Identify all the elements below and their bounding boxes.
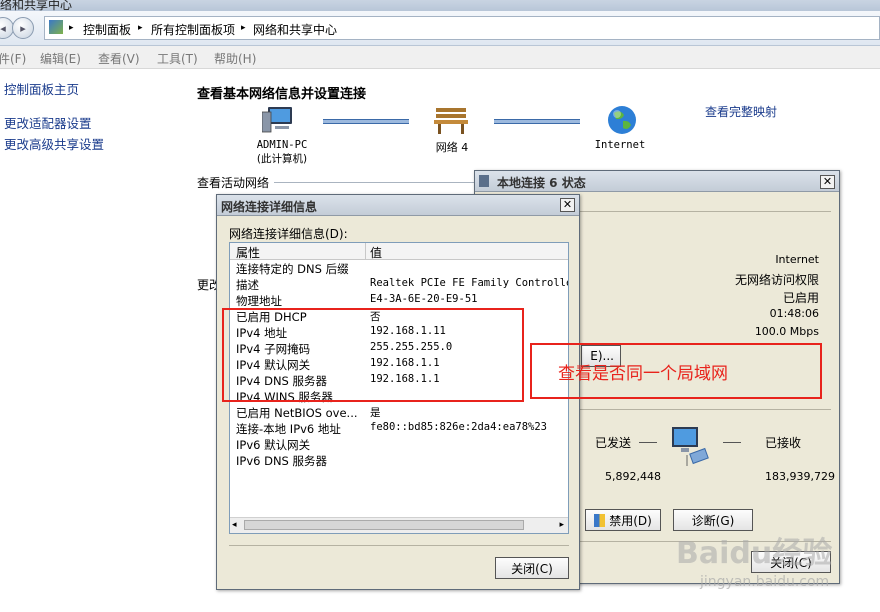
status-speed: 100.0 Mbps <box>754 325 819 338</box>
row-value: 是 <box>370 407 381 419</box>
sidebar-item-home[interactable]: 控制面板主页 <box>4 79 79 98</box>
map-connector <box>323 119 409 124</box>
breadcrumb-chevron-icon[interactable]: ▸ <box>138 23 143 33</box>
sidebar: 控制面板主页 更改适配器设置 更改高级共享设置 <box>0 69 190 612</box>
address-bar: ◂ ▸ ▸ 控制面板 ▸ 所有控制面板项 ▸ 网络和共享中心 <box>0 11 880 46</box>
computer-icon <box>261 104 296 134</box>
bench-network-icon <box>432 105 470 135</box>
details-dialog-title-bar: 网络连接详细信息 <box>217 195 579 216</box>
column-header-property[interactable]: 属性 <box>236 244 260 261</box>
control-panel-icon <box>49 20 63 34</box>
annotation-text: 查看是否同一个局域网 <box>558 364 728 384</box>
breadcrumb-control-panel[interactable]: 控制面板 <box>83 21 131 38</box>
disable-button[interactable]: 禁用(D) <box>585 509 661 531</box>
disable-button-label: 禁用(D) <box>609 513 652 528</box>
status-dialog-title-bar: 本地连接 6 状态 <box>475 171 839 192</box>
highlight-box-ipv4 <box>222 308 524 402</box>
divider <box>229 545 569 546</box>
column-divider <box>365 243 366 259</box>
row-property: 连接特定的 DNS 后缀 <box>236 262 349 276</box>
status-ipv4-connectivity: Internet <box>775 253 819 266</box>
window-title-bar: 络和共享中心 <box>0 0 880 11</box>
row-property: IPv6 默认网关 <box>236 438 311 452</box>
divider <box>274 182 476 183</box>
breadcrumb-chevron-icon[interactable]: ▸ <box>241 23 246 33</box>
scrollbar-thumb[interactable] <box>244 520 524 530</box>
divider <box>723 442 741 443</box>
breadcrumb-network-center[interactable]: 网络和共享中心 <box>253 21 337 38</box>
breadcrumb-chevron-icon[interactable]: ▸ <box>69 23 74 33</box>
full-map-link[interactable]: 查看完整映射 <box>705 103 777 120</box>
annotation-box: 查看是否同一个局域网 <box>530 343 822 399</box>
row-property: 物理地址 <box>236 294 282 308</box>
divider <box>639 442 657 443</box>
active-networks-label: 查看活动网络 <box>197 176 270 190</box>
horizontal-scrollbar[interactable]: ◂ ▸ <box>230 517 568 533</box>
menu-file[interactable]: 件(F) <box>0 50 26 67</box>
row-value: fe80::bd85:826e:2da4:ea78%23 <box>370 421 548 433</box>
network-label: 网络 4 <box>435 141 469 154</box>
menu-tools[interactable]: 工具(T) <box>157 50 198 67</box>
watermark-logo: Baidu经验 <box>676 536 833 571</box>
status-duration: 01:48:06 <box>769 307 819 320</box>
status-media-state: 已启用 <box>782 291 819 305</box>
sidebar-item-adapter-settings[interactable]: 更改适配器设置 <box>4 113 92 132</box>
row-property: 连接-本地 IPv6 地址 <box>236 422 341 436</box>
scroll-left-icon[interactable]: ◂ <box>232 520 237 530</box>
menu-edit[interactable]: 编辑(E) <box>40 50 81 67</box>
network-activity-icon <box>669 425 709 467</box>
menu-view[interactable]: 查看(V) <box>98 50 140 67</box>
scroll-right-icon[interactable]: ▸ <box>559 520 564 530</box>
network-adapter-icon <box>479 175 489 187</box>
watermark-url: jingyan.baidu.com <box>700 574 830 590</box>
bytes-received: 183,939,729 <box>765 470 835 483</box>
received-label: 已接收 <box>765 436 802 450</box>
internet-label: Internet <box>594 139 646 151</box>
row-value: E4-3A-6E-20-E9-51 <box>370 293 478 305</box>
row-property: 已启用 NetBIOS ove... <box>236 406 358 420</box>
map-connector <box>494 119 580 124</box>
row-property: 描述 <box>236 278 259 292</box>
sent-label: 已发送 <box>595 436 632 450</box>
row-value: Realtek PCIe FE Family Controller <box>370 277 569 289</box>
details-close-button[interactable]: 关闭(C) <box>495 557 569 579</box>
status-dialog-title: 本地连接 6 状态 <box>497 176 586 190</box>
details-list-label: 网络连接详细信息(D): <box>229 227 348 241</box>
menu-help[interactable]: 帮助(H) <box>214 50 256 67</box>
close-icon[interactable]: ✕ <box>560 198 575 212</box>
shield-icon <box>594 513 606 527</box>
page-title: 查看基本网络信息并设置连接 <box>197 87 367 102</box>
sidebar-item-advanced-sharing[interactable]: 更改高级共享设置 <box>4 134 104 153</box>
computer-sublabel: (此计算机) <box>256 153 308 165</box>
column-header-value[interactable]: 值 <box>370 244 382 261</box>
window-title: 络和共享中心 <box>0 0 73 11</box>
list-header: 属性 值 <box>230 243 568 260</box>
details-dialog-title: 网络连接详细信息 <box>221 200 318 214</box>
address-box[interactable]: ▸ 控制面板 ▸ 所有控制面板项 ▸ 网络和共享中心 <box>44 16 880 40</box>
close-icon[interactable]: ✕ <box>820 175 835 189</box>
computer-label: ADMIN-PC <box>256 139 308 151</box>
breadcrumb-all-items[interactable]: 所有控制面板项 <box>151 21 235 38</box>
row-property: IPv6 DNS 服务器 <box>236 454 328 468</box>
globe-icon <box>606 104 638 136</box>
status-ipv6-connectivity: 无网络访问权限 <box>734 273 819 287</box>
menu-bar: 件(F) 编辑(E) 查看(V) 工具(T) 帮助(H) <box>0 46 880 69</box>
bytes-sent: 5,892,448 <box>605 470 661 483</box>
forward-button[interactable]: ▸ <box>12 17 34 39</box>
